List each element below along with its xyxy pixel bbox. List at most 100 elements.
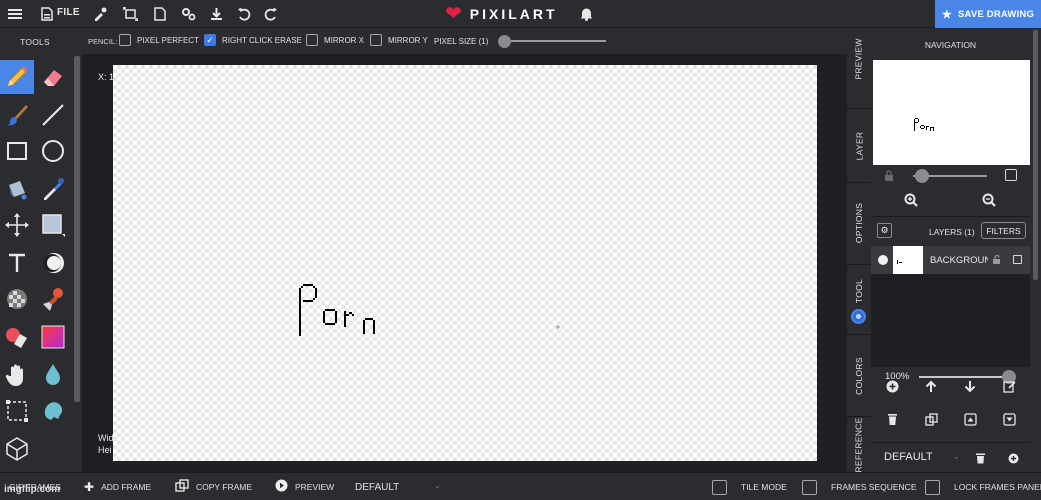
menu-icon[interactable] — [6, 5, 24, 23]
merge-up-icon[interactable] — [962, 411, 978, 427]
gradient-tool[interactable] — [36, 320, 70, 354]
download-icon[interactable] — [207, 5, 225, 23]
palette-select-row[interactable]: DEFAULT ⌄ — [871, 442, 1030, 472]
tool-options-bar: PENCIL: PIXEL PERFECT ✓ RIGHT CLICK ERAS… — [82, 28, 847, 54]
pixel-size-slider-knob[interactable] — [498, 35, 511, 48]
3d-cube-tool[interactable] — [0, 432, 34, 466]
right-panel-scrollbar[interactable] — [1030, 28, 1041, 472]
layer-select-checkbox[interactable] — [1013, 255, 1022, 264]
palette-dropdown-chevron-icon[interactable]: ⌄ — [953, 452, 960, 461]
zoom-in-icon[interactable] — [903, 192, 919, 208]
tab-preview[interactable]: PREVIEW — [847, 28, 871, 90]
line-tool[interactable] — [36, 98, 70, 132]
new-page-icon[interactable] — [151, 5, 169, 23]
mirror-y-checkbox[interactable] — [370, 34, 382, 46]
duplicate-layer-icon[interactable] — [923, 411, 939, 427]
frame-select-dropdown[interactable]: DEFAULT ⌄ — [355, 473, 441, 500]
layers-title: LAYERS (1) — [929, 227, 975, 237]
redo-icon[interactable] — [262, 5, 280, 23]
marquee-select-icon — [6, 400, 28, 422]
add-palette-icon[interactable] — [1005, 450, 1021, 466]
text-tool[interactable] — [0, 246, 34, 280]
tile-mode-checkbox[interactable] — [712, 479, 727, 495]
selection-fill-tool[interactable] — [36, 208, 70, 242]
stamp-tool[interactable] — [36, 282, 70, 316]
ellipse-tool[interactable] — [36, 134, 70, 168]
tab-reference-label: REFERENCE — [854, 416, 864, 472]
tab-layer[interactable]: LAYER — [847, 108, 871, 182]
copy-frame-button[interactable]: COPY FRAME — [175, 473, 252, 500]
pixel-size-slider[interactable] — [502, 40, 606, 42]
mirror-y-option[interactable]: MIRROR Y — [370, 34, 428, 46]
tools-scrollbar[interactable] — [74, 56, 80, 402]
smudge-tool[interactable] — [36, 394, 70, 428]
mirror-x-label: MIRROR X — [324, 35, 364, 45]
dither-tool[interactable] — [36, 246, 70, 280]
lock-frames-panel-option[interactable]: LOCK FRAMES PANEL — [925, 473, 1041, 500]
side-tabs: PREVIEW LAYER OPTIONS TOOL COLORS REFERE… — [847, 28, 871, 472]
rectangle-tool[interactable] — [0, 134, 34, 168]
pixel-perfect-option[interactable]: PIXEL PERFECT — [119, 34, 199, 46]
rename-layer-icon[interactable] — [1001, 378, 1017, 394]
lock-frames-panel-checkbox[interactable] — [925, 479, 940, 495]
bucket-tool[interactable] — [0, 172, 34, 206]
eyedropper-tool[interactable] — [36, 172, 70, 206]
brush-tool[interactable] — [0, 98, 34, 132]
fit-view-icon[interactable] — [1005, 169, 1017, 181]
select-tool[interactable] — [0, 394, 34, 428]
hand-tool[interactable] — [0, 358, 34, 392]
filters-button[interactable]: FILTERS — [981, 222, 1026, 239]
zoom-out-icon[interactable] — [981, 192, 997, 208]
tab-colors[interactable]: COLORS — [847, 334, 871, 416]
layer-visibility-icon[interactable] — [878, 255, 888, 265]
move-tool[interactable] — [0, 208, 34, 242]
eraser-tool[interactable] — [36, 60, 70, 94]
zoom-slider-knob[interactable] — [915, 169, 929, 183]
add-frame-button[interactable]: ✚ ADD FRAME — [84, 473, 151, 500]
lock-icon[interactable] — [881, 167, 897, 183]
merge-down-icon[interactable] — [1001, 411, 1017, 427]
right-click-erase-option[interactable]: ✓ RIGHT CLICK ERASE — [204, 34, 302, 46]
delete-layer-icon[interactable] — [884, 411, 900, 427]
move-layer-up-icon[interactable] — [923, 378, 939, 394]
right-click-erase-checkbox[interactable]: ✓ — [204, 34, 216, 46]
move-layer-down-icon[interactable] — [962, 378, 978, 394]
tab-reference[interactable]: REFERENCE — [847, 416, 871, 472]
add-layer-icon[interactable] — [884, 378, 900, 394]
settings-icon[interactable] — [179, 5, 197, 23]
hand-icon — [5, 364, 23, 386]
layer-lock-icon[interactable] — [989, 252, 1005, 268]
tile-mode-option[interactable]: TILE MODE — [712, 473, 787, 500]
shape-eraser-tool[interactable] — [0, 320, 34, 354]
file-menu[interactable]: FILE — [57, 7, 80, 18]
tab-options-label: OPTIONS — [854, 202, 865, 243]
pixel-perfect-label: PIXEL PERFECT — [137, 35, 199, 45]
eyedropper-icon[interactable] — [91, 5, 109, 23]
file-icon[interactable] — [38, 5, 56, 23]
pixel-perfect-checkbox[interactable] — [119, 34, 131, 46]
drop-tool[interactable] — [36, 358, 70, 392]
layer-row[interactable]: BACKGROUND — [871, 246, 1030, 274]
pattern-tool[interactable] — [0, 282, 34, 316]
pixilart-logo[interactable]: ❤ PIXILART — [445, 3, 558, 25]
save-drawing-button[interactable]: ★ SAVE DRAWING — [935, 0, 1041, 28]
layer-thumbnail — [893, 246, 923, 274]
notification-bell-icon[interactable] — [577, 5, 595, 23]
mirror-x-checkbox[interactable] — [306, 34, 318, 46]
tab-options[interactable]: OPTIONS — [847, 182, 871, 262]
frames-sequence-checkbox[interactable] — [802, 479, 817, 495]
frames-sequence-option[interactable]: FRAMES SEQUENCE — [802, 473, 917, 500]
drawing-canvas[interactable] — [113, 65, 817, 461]
preview-button[interactable]: PREVIEW — [275, 473, 334, 500]
pencil-tool[interactable] — [0, 60, 34, 94]
undo-icon[interactable] — [235, 5, 253, 23]
resize-icon[interactable] — [121, 5, 139, 23]
mirror-y-label: MIRROR Y — [388, 35, 428, 45]
right-panel: NAVIGATION ⚙ LAYERS (1) FILTERS BACKGROU… — [871, 28, 1030, 472]
mirror-x-option[interactable]: MIRROR X — [306, 34, 364, 46]
navigation-preview[interactable] — [873, 60, 1030, 165]
right-scroll-thumb[interactable] — [1033, 30, 1038, 280]
navigation-thumbnail — [914, 118, 934, 131]
layer-settings-icon[interactable]: ⚙ — [877, 223, 892, 238]
delete-palette-icon[interactable] — [972, 450, 988, 466]
